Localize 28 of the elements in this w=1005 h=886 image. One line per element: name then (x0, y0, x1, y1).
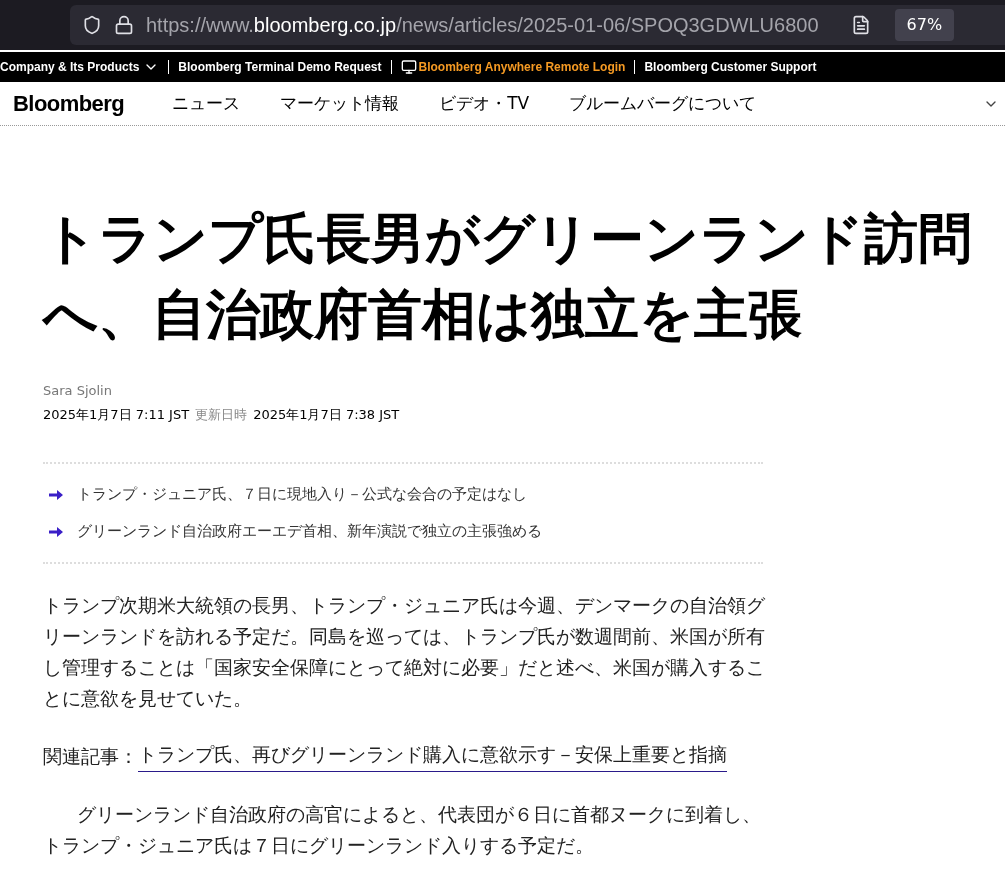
shield-icon[interactable] (82, 15, 102, 35)
monitor-icon (400, 59, 417, 75)
top-link[interactable]: Bloomberg Customer Support (644, 58, 817, 76)
lock-icon[interactable] (114, 15, 134, 35)
bullet-text: グリーンランド自治政府エーエデ首相、新年演説で独立の主張強める (77, 521, 542, 543)
author-name[interactable]: Sara Sjolin (43, 381, 1005, 401)
article-paragraph: トランプ次期米大統領の長男、トランプ・ジュニア氏は今週、デンマークの自治領グリーンランドを訪れる予定だ。同島を巡っては、トランプ氏が数週間前、米国が所有し管理することは「国家安全保障にとって絶対に必要」だと述べ、米国が購入することに意欲を見せていた。 (43, 594, 766, 711)
article-paragraph: グリーンランド自治政府の高官によると、代表団が６日に首都ヌークに到着し、トランプ・ジュニア氏は７日にグリーンランド入りする予定だ。 (43, 803, 762, 858)
updated-label: 更新日時 (195, 405, 248, 424)
top-link[interactable]: Bloomberg Anywhere Remote Login (418, 58, 626, 76)
related-article-link[interactable]: トランプ氏、再びグリーンランド購入に意欲示す－安保上重要と指摘 (138, 741, 727, 772)
top-link[interactable]: Company & Its Products (0, 58, 140, 76)
nav-link[interactable]: ニュース (172, 90, 241, 117)
related-label: 関連記事： (43, 745, 138, 769)
address-bar[interactable]: https://www.bloomberg.co.jp/news/articles/2025-01-06/SPOQ3GDWLU6800 67% (70, 5, 1005, 45)
nav-link[interactable]: ビデオ・TV (439, 90, 530, 117)
headline: トランプ氏長男がグリーンランド訪問へ、自治政府首相は独立を主張 (43, 206, 973, 348)
url-text[interactable]: https://www.bloomberg.co.jp/news/articles/2025-01-06/SPOQ3GDWLU6800 (146, 10, 819, 40)
arrow-icon (49, 526, 63, 537)
nav-link[interactable]: ブルームバーグについて (569, 90, 757, 117)
bloomberg-logo[interactable]: Bloomberg (13, 87, 125, 120)
bullet-text: トランプ・ジュニア氏、７日に現地入り－公式な会合の予定はなし (77, 484, 527, 506)
nav-link[interactable]: マーケット情報 (280, 90, 400, 117)
published-time: 2025年1月7日 7:11 JST (43, 405, 190, 424)
updated-time: 2025年1月7日 7:38 JST (253, 405, 400, 424)
zoom-badge[interactable]: 67% (894, 9, 955, 41)
arrow-icon (49, 489, 63, 500)
top-link[interactable]: Bloomberg Terminal Demo Request (178, 58, 382, 76)
